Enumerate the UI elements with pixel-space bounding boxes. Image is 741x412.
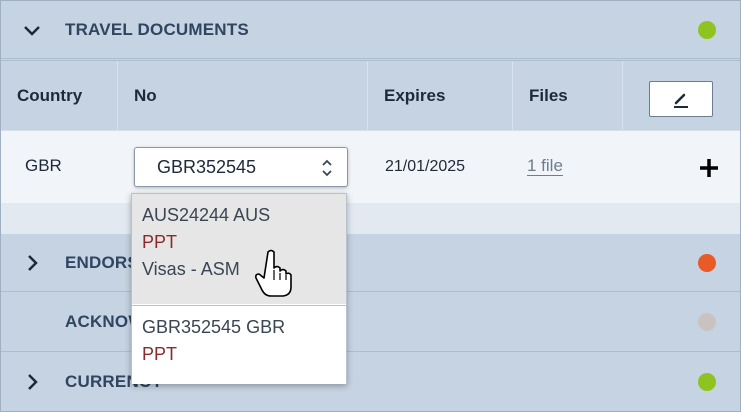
status-dot	[698, 373, 716, 391]
option-extra: Visas - ASM	[142, 259, 240, 279]
dropdown-option[interactable]: AUS24244 AUS PPT Visas - ASM	[132, 194, 346, 304]
option-number: AUS24244 AUS	[142, 205, 271, 225]
table-header: Country No Expires Files	[1, 60, 740, 131]
column-country: Country	[1, 61, 118, 131]
column-files: Files	[513, 61, 623, 131]
status-dot	[698, 20, 716, 39]
option-number: GBR352545 GBR	[142, 317, 286, 337]
crew-documents-panel: TRAVEL DOCUMENTS Country No Expires File…	[0, 0, 741, 412]
chevron-down-icon[interactable]	[23, 21, 41, 39]
document-number-select[interactable]: GBR352545	[134, 147, 348, 187]
chevron-right-icon[interactable]	[23, 254, 41, 272]
option-kind: PPT	[142, 344, 178, 364]
files-link[interactable]: 1 file	[527, 156, 563, 176]
edit-button[interactable]	[649, 81, 713, 117]
row-spacer	[1, 203, 740, 234]
cell-expires: 21/01/2025	[385, 158, 466, 175]
status-dot	[698, 253, 716, 272]
select-value: GBR352545	[157, 156, 257, 177]
status-dot	[698, 313, 716, 331]
document-number-dropdown: AUS24244 AUS PPT Visas - ASM GBR352545 G…	[131, 193, 347, 384]
pencil-icon	[674, 93, 688, 108]
hand-pointer-icon	[255, 249, 292, 297]
option-kind: PPT	[142, 232, 178, 252]
section-title: TRAVEL DOCUMENTS	[65, 19, 249, 39]
section-endorsements[interactable]: ENDORSEMENTS	[1, 234, 740, 292]
plus-icon[interactable]	[698, 157, 720, 179]
column-expires: Expires	[368, 61, 513, 131]
updown-arrows-icon	[322, 159, 332, 177]
cell-country: GBR	[25, 156, 62, 175]
section-currency[interactable]: CURRENCY	[1, 353, 740, 411]
table-row: GBR GBR352545 21/01/2025 1 file	[1, 130, 740, 203]
chevron-right-icon[interactable]	[23, 373, 41, 391]
section-acknowledgements[interactable]: ACKNOWLEDGEMENTS	[1, 293, 740, 352]
dropdown-option[interactable]: GBR352545 GBR PPT	[132, 305, 346, 384]
column-no: No	[118, 61, 368, 131]
section-travel-documents[interactable]: TRAVEL DOCUMENTS	[1, 1, 740, 59]
files-link-text: 1 file	[527, 156, 563, 176]
